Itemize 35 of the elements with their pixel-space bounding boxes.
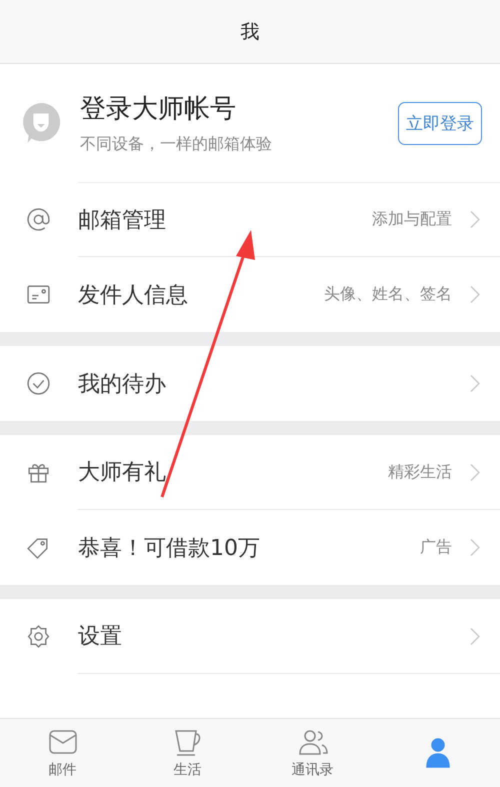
page-title: 我	[240, 20, 260, 44]
tab[interactable]: 通讯录	[250, 719, 375, 787]
menu-item[interactable]: 恭喜！可借款10万 广告	[0, 510, 500, 585]
menu-hint: 精彩生活	[388, 462, 452, 482]
chevron-icon	[470, 210, 480, 229]
chevron-icon	[470, 285, 480, 304]
avatar-icon	[20, 101, 62, 145]
menu-hint: 广告	[420, 537, 452, 558]
profile-name: 登录大师帐号	[80, 93, 237, 126]
tab-label: 邮件	[48, 761, 76, 779]
menu-label: 发件人信息	[78, 282, 189, 310]
at-sign-icon	[26, 207, 51, 232]
chevron-icon	[470, 626, 480, 646]
profile-subtitle: 不同设备，一样的邮箱体验	[80, 134, 273, 155]
settings-icon	[26, 624, 51, 649]
menu-label: 设置	[78, 623, 123, 651]
tab[interactable]: 生活	[125, 719, 250, 787]
menu-label: 邮箱管理	[78, 206, 167, 234]
menu-label: 大师有礼	[78, 459, 167, 487]
tab[interactable]: 邮件	[0, 719, 125, 787]
check-circle-icon	[26, 371, 51, 396]
menu-label: 我的待办	[78, 370, 167, 398]
menu-item[interactable]: 我的待办	[0, 346, 500, 421]
menu-item[interactable]: 大师有礼 精彩生活	[0, 435, 500, 510]
menu-item[interactable]: 发件人信息 头像、姓名、签名	[0, 257, 500, 332]
menu-hint: 头像、姓名、签名	[324, 284, 452, 305]
chevron-icon	[470, 538, 480, 557]
tab-label: 生活	[174, 761, 202, 779]
chevron-icon	[470, 462, 480, 482]
menu-item[interactable]: 设置	[0, 599, 500, 674]
menu-hint: 添加与配置	[372, 209, 452, 230]
menu-label: 恭喜！可借款10万	[78, 534, 261, 562]
tab-label: 通讯录	[292, 761, 334, 779]
login-button[interactable]: 立即登录	[398, 102, 482, 144]
chevron-icon	[470, 374, 480, 393]
